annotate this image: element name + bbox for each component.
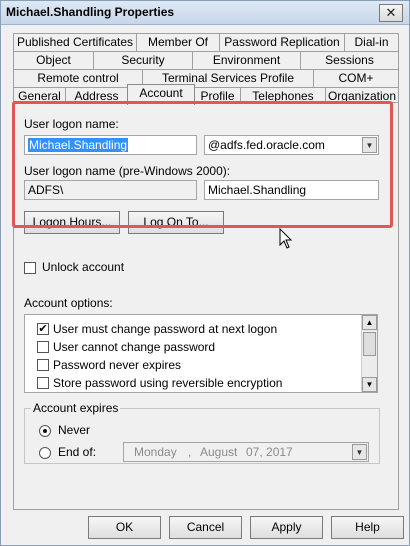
tab-label: Telephones	[252, 89, 314, 103]
logon-name-value: Michael.Shandling	[28, 138, 129, 152]
option-checkbox-must-change[interactable]: ✔	[37, 323, 49, 335]
domain-suffix-select[interactable]: @adfs.fed.oracle.com ▼	[204, 135, 379, 155]
tab-environment[interactable]: Environment	[192, 51, 301, 69]
date-day-year: 07, 2017	[246, 445, 293, 459]
tab-com-plus[interactable]: COM+	[313, 69, 399, 87]
tab-remote-control[interactable]: Remote control	[13, 69, 143, 87]
pre2000-label: User logon name (pre-Windows 2000):	[24, 164, 231, 178]
close-icon: ✕	[385, 5, 397, 20]
date-month: August	[200, 445, 238, 459]
tab-label: Account	[139, 86, 183, 100]
close-button[interactable]: ✕	[379, 4, 403, 22]
tab-label: Profile	[200, 89, 235, 103]
date-weekday: Monday	[134, 445, 177, 459]
tab-label: Published Certificates	[16, 35, 134, 49]
logon-name-input[interactable]: Michael.Shandling	[24, 135, 197, 155]
options-scrollbar[interactable]: ▲ ▼	[361, 315, 377, 392]
tab-account[interactable]: Account	[127, 84, 195, 105]
tab-label: Password Replication	[224, 35, 340, 49]
tab-sessions[interactable]: Sessions	[300, 51, 399, 69]
account-expires-group: Account expires Never End of: Monday , A…	[24, 401, 380, 464]
pre2000-domain-field: ADFS\	[24, 180, 197, 200]
option-label: Password never expires	[53, 358, 182, 372]
window-title: Michael.Shandling Properties	[6, 5, 175, 19]
tab-label: Dial-in	[354, 35, 389, 49]
tab-object[interactable]: Object	[13, 51, 94, 69]
tab-dial-in[interactable]: Dial-in	[344, 33, 399, 51]
end-of-label: End of:	[58, 445, 97, 459]
option-checkbox-never-expires[interactable]	[37, 359, 49, 371]
never-radio[interactable]	[39, 425, 51, 437]
tab-label: COM+	[338, 71, 374, 85]
unlock-account-checkbox[interactable]	[24, 262, 36, 274]
tab-label: Security	[121, 53, 165, 67]
tab-label: Object	[36, 53, 71, 67]
never-label: Never	[58, 423, 91, 437]
log-on-to-button[interactable]: Log On To...	[128, 211, 224, 234]
tab-label: Sessions	[325, 53, 374, 67]
calendar-dropdown-icon[interactable]: ▼	[352, 444, 367, 460]
tab-label: Environment	[212, 53, 281, 67]
tab-label: Organization	[327, 89, 397, 103]
pre2000-user-value: Michael.Shandling	[208, 183, 307, 197]
tab-security[interactable]: Security	[93, 51, 193, 69]
mouse-cursor-icon	[279, 228, 293, 249]
scroll-up-icon[interactable]: ▲	[362, 315, 377, 330]
account-options-list: ✔ User must change password at next logo…	[24, 314, 378, 393]
tab-label: General	[18, 89, 61, 103]
apply-button[interactable]: Apply	[250, 516, 323, 539]
account-tab-panel: User logon name: Michael.Shandling @adfs…	[13, 102, 399, 510]
domain-suffix-value: @adfs.fed.oracle.com	[208, 138, 325, 152]
chevron-down-icon[interactable]: ▼	[362, 137, 377, 153]
end-of-date-picker[interactable]: Monday , August 07, 2017 ▼	[123, 442, 369, 462]
end-of-radio[interactable]	[39, 447, 51, 459]
option-label: Store password using reversible encrypti…	[53, 376, 283, 390]
scroll-down-icon[interactable]: ▼	[362, 377, 377, 392]
logon-name-label: User logon name:	[24, 117, 119, 131]
account-options-label: Account options:	[24, 296, 113, 310]
option-label: User cannot change password	[53, 340, 216, 354]
date-separator: ,	[188, 445, 192, 459]
pre2000-domain-value: ADFS\	[28, 183, 64, 197]
properties-dialog: Michael.Shandling Properties ✕ Published…	[0, 0, 410, 546]
option-label: User must change password at next logon	[53, 322, 278, 336]
pre2000-user-input[interactable]: Michael.Shandling	[204, 180, 379, 200]
help-button[interactable]: Help	[331, 516, 404, 539]
account-expires-title: Account expires	[31, 401, 121, 415]
cancel-button[interactable]: Cancel	[169, 516, 242, 539]
checkmark-icon: ✔	[38, 323, 48, 335]
tab-published-certificates[interactable]: Published Certificates	[13, 33, 137, 51]
title-bar: Michael.Shandling Properties ✕	[1, 1, 409, 25]
option-checkbox-reversible-encryption[interactable]	[37, 377, 49, 389]
logon-hours-button[interactable]: Logon Hours...	[24, 211, 120, 234]
tab-label: Member Of	[147, 35, 208, 49]
tab-password-replication[interactable]: Password Replication	[219, 33, 345, 51]
tab-label: Address	[74, 89, 119, 103]
ok-button[interactable]: OK	[88, 516, 161, 539]
unlock-account-label: Unlock account	[42, 260, 125, 274]
tab-member-of[interactable]: Member Of	[136, 33, 220, 51]
tab-label: Terminal Services Profile	[161, 71, 295, 85]
option-checkbox-cannot-change[interactable]	[37, 341, 49, 353]
tab-label: Remote control	[37, 71, 119, 85]
scroll-thumb[interactable]	[363, 332, 376, 356]
